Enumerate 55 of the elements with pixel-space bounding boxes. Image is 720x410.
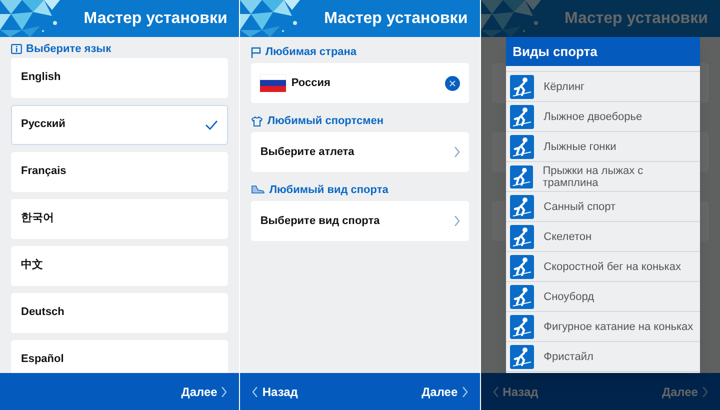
wizard-title: Мастер установки — [564, 8, 708, 28]
athlete-pictogram-icon — [510, 284, 534, 308]
sport-option[interactable]: Прыжки на лыжах с трамплина — [506, 162, 700, 192]
language-option[interactable]: Русский — [11, 104, 228, 144]
chevron-right-icon — [221, 386, 228, 396]
dialog-title: Виды спорта — [506, 37, 700, 66]
sport-option[interactable]: Лыжное двоеборье — [506, 102, 700, 132]
sport-option[interactable]: Скоростной бег на коньках — [506, 252, 700, 282]
sport-option[interactable]: Скелетон — [506, 222, 700, 252]
next-button[interactable]: Далее — [181, 382, 228, 400]
language-option[interactable]: 中文 — [11, 246, 228, 286]
sport-option[interactable]: Сноуборд — [506, 282, 700, 312]
language-option[interactable]: 한국어 — [11, 198, 228, 238]
chevron-right-icon — [702, 386, 708, 396]
language-option[interactable]: Español — [11, 340, 228, 373]
section-heading: Любимый спортсмен — [267, 114, 384, 129]
wizard-title: Мастер установки — [324, 8, 468, 28]
picker-field[interactable]: Выберите вид спорта — [251, 201, 469, 241]
clear-icon[interactable] — [444, 76, 460, 90]
sport-option[interactable]: Санный спорт — [506, 192, 700, 222]
shirt-icon — [251, 116, 264, 126]
athlete-pictogram-icon — [510, 224, 534, 248]
shoe-icon — [251, 185, 266, 195]
checkmark-icon — [205, 120, 218, 130]
next-button[interactable]: Далее — [422, 382, 468, 400]
chevron-right-icon — [454, 216, 460, 226]
language-option[interactable]: Deutsch — [11, 292, 228, 332]
athlete-pictogram-icon — [510, 134, 534, 158]
flag-outline-icon — [251, 46, 262, 58]
wizard-title: Мастер установки — [84, 8, 228, 28]
sport-option[interactable]: Фигурное катание на коньках — [506, 312, 700, 342]
athlete-pictogram-icon — [510, 344, 534, 368]
athlete-pictogram-icon — [510, 314, 534, 338]
sport-option[interactable]: Фристайл — [506, 342, 700, 372]
section-heading: Любимый вид спорта — [269, 182, 388, 198]
language-option[interactable]: English — [11, 58, 228, 98]
country-field[interactable]: Россия — [251, 63, 469, 103]
athlete-pictogram-icon — [510, 74, 534, 98]
section-heading: Выберите язык — [26, 42, 112, 57]
sport-option[interactable]: Кёрлинг — [506, 72, 700, 102]
athlete-pictogram-icon — [510, 104, 534, 128]
picker-field[interactable]: Выберите атлета — [251, 132, 469, 172]
chevron-right-icon — [454, 147, 460, 157]
athlete-pictogram-icon — [510, 254, 534, 278]
chevron-left-icon — [252, 386, 258, 396]
back-button[interactable]: Назад — [252, 382, 298, 400]
section-heading: Любимая страна — [265, 44, 357, 60]
athlete-pictogram-icon — [510, 164, 533, 188]
flag-icon — [260, 74, 286, 92]
chevron-right-icon — [462, 386, 468, 396]
chevron-left-icon — [492, 386, 499, 396]
info-icon — [11, 44, 22, 54]
athlete-pictogram-icon — [510, 194, 534, 218]
sport-option[interactable]: Лыжные гонки — [506, 132, 700, 162]
language-option[interactable]: Français — [11, 152, 228, 192]
